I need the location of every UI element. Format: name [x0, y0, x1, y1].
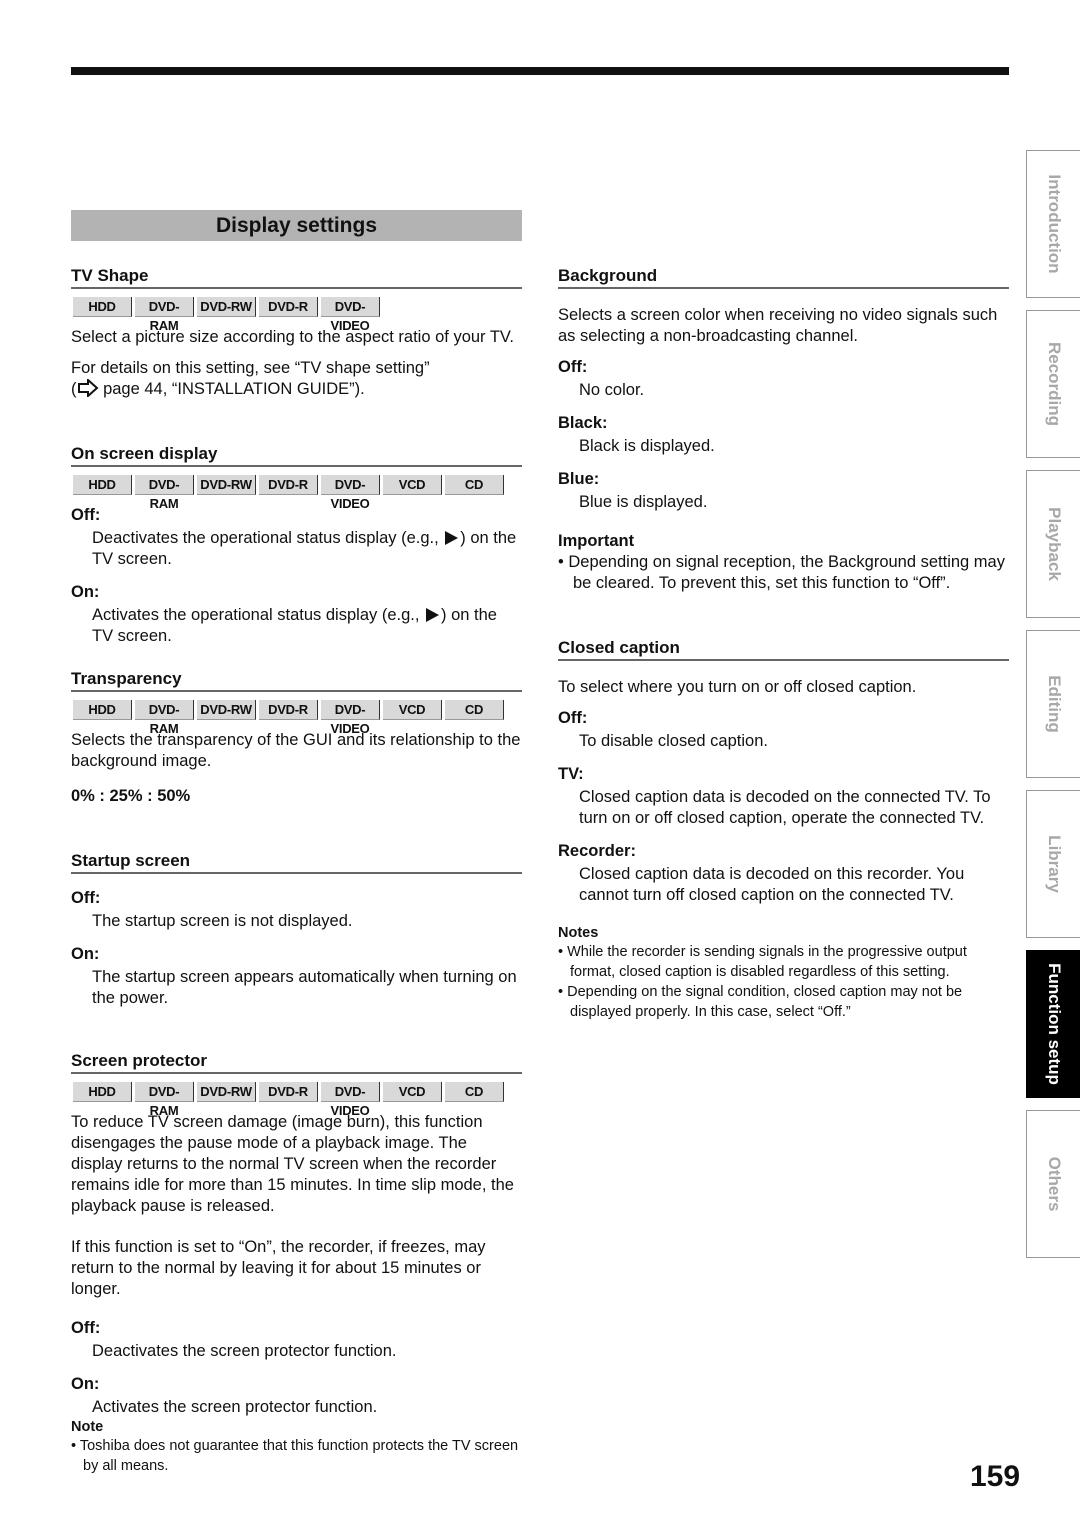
badge-dvd-rw: DVD-RW: [197, 1082, 256, 1102]
badge-hdd: HDD: [73, 1082, 132, 1102]
background-off-label: Off:: [558, 358, 588, 376]
protector-on-label: On:: [71, 1375, 100, 1393]
cc-off-label: Off:: [558, 709, 588, 727]
background-black-text: Black is displayed.: [579, 437, 715, 455]
badge-dvd-ram: DVD-RAM: [135, 297, 194, 333]
badge-dvd-video: DVD-VIDEO: [321, 1082, 380, 1118]
badge-cd: CD: [445, 700, 504, 720]
badge-dvd-video: DVD-VIDEO: [321, 475, 380, 511]
startup-off-text: The startup screen is not displayed.: [92, 912, 353, 930]
cc-recorder-label: Recorder:: [558, 842, 636, 860]
tab-editing[interactable]: Editing: [1026, 630, 1080, 778]
protector-off-label: Off:: [71, 1319, 101, 1337]
page-title: Display settings: [71, 210, 522, 241]
right-column: Background Selects a screen color when r…: [558, 266, 1009, 1022]
background-blue-label: Blue:: [558, 470, 600, 488]
tv-shape-heading: TV Shape: [71, 266, 522, 289]
osd-heading: On screen display: [71, 444, 522, 467]
cc-tv-label: TV:: [558, 765, 584, 783]
tab-others[interactable]: Others: [1026, 1110, 1080, 1258]
background-black-label: Black:: [558, 414, 608, 432]
page-reference-arrow-icon: [77, 379, 99, 397]
transparency-heading: Transparency: [71, 669, 522, 692]
protector-desc: To reduce TV screen damage (image burn),…: [71, 1113, 514, 1215]
page-number: 159: [970, 1460, 1021, 1493]
tab-function-setup[interactable]: Function setup: [1026, 950, 1080, 1098]
media-badges: HDD DVD-RAM DVD-RW DVD-R DVD-VIDEO VCD C…: [73, 475, 522, 511]
media-badges: HDD DVD-RAM DVD-RW DVD-R DVD-VIDEO VCD C…: [73, 700, 522, 736]
page-reference-link[interactable]: page 44, “INSTALLATION GUIDE”).: [99, 380, 365, 398]
closed-caption-heading: Closed caption: [558, 638, 1009, 661]
background-heading: Background: [558, 266, 1009, 289]
transparency-desc: Selects the transparency of the GUI and …: [71, 731, 521, 770]
osd-on-text: Activates the operational status display…: [92, 606, 497, 645]
badge-dvd-r: DVD-R: [259, 475, 318, 495]
badge-dvd-ram: DVD-RAM: [135, 700, 194, 736]
badge-cd: CD: [445, 1082, 504, 1102]
startup-on-label: On:: [71, 945, 100, 963]
badge-dvd-video: DVD-VIDEO: [321, 297, 380, 333]
badge-cd: CD: [445, 475, 504, 495]
cc-off-text: To disable closed caption.: [579, 732, 768, 750]
protector-freeze-note: If this function is set to “On”, the rec…: [71, 1238, 486, 1298]
badge-dvd-ram: DVD-RAM: [135, 475, 194, 511]
cc-tv-text: Closed caption data is decoded on the co…: [579, 788, 991, 827]
tv-shape-desc: Select a picture size according to the a…: [71, 328, 514, 346]
important-heading: Important: [558, 532, 635, 550]
osd-on-label: On:: [71, 583, 100, 601]
background-off-text: No color.: [579, 381, 645, 399]
badge-hdd: HDD: [73, 700, 132, 720]
cc-notes-heading: Notes: [558, 925, 599, 941]
tab-playback[interactable]: Playback: [1026, 470, 1080, 618]
badge-hdd: HDD: [73, 297, 132, 317]
badge-vcd: VCD: [383, 1082, 442, 1102]
badge-dvd-video: DVD-VIDEO: [321, 700, 380, 736]
tab-library[interactable]: Library: [1026, 790, 1080, 938]
badge-hdd: HDD: [73, 475, 132, 495]
media-badges: HDD DVD-RAM DVD-RW DVD-R DVD-VIDEO VCD C…: [73, 1082, 522, 1118]
protector-note: • Toshiba does not guarantee that this f…: [71, 1438, 519, 1474]
cc-recorder-text: Closed caption data is decoded on this r…: [579, 865, 965, 904]
badge-dvd-r: DVD-R: [259, 700, 318, 720]
background-desc: Selects a screen color when receiving no…: [558, 306, 998, 345]
protector-note-heading: Note: [71, 1419, 104, 1435]
left-column: TV Shape HDD DVD-RAM DVD-RW DVD-R DVD-VI…: [71, 266, 522, 1476]
badge-dvd-r: DVD-R: [259, 297, 318, 317]
cc-note: • While the recorder is sending signals …: [558, 944, 967, 980]
protector-off-text: Deactivates the screen protector functio…: [92, 1342, 397, 1360]
osd-off-label: Off:: [71, 506, 101, 524]
badge-dvd-rw: DVD-RW: [197, 297, 256, 317]
badge-dvd-rw: DVD-RW: [197, 475, 256, 495]
tab-introduction[interactable]: Introduction: [1026, 150, 1080, 298]
important-note: • Depending on signal reception, the Bac…: [558, 553, 1005, 592]
badge-vcd: VCD: [383, 700, 442, 720]
badge-dvd-ram: DVD-RAM: [135, 1082, 194, 1118]
media-badges: HDD DVD-RAM DVD-RW DVD-R DVD-VIDEO: [73, 297, 522, 333]
protector-on-text: Activates the screen protector function.: [92, 1398, 378, 1416]
badge-dvd-rw: DVD-RW: [197, 700, 256, 720]
transparency-options: 0% : 25% : 50%: [71, 787, 191, 805]
header-rule: [71, 67, 1009, 75]
startup-heading: Startup screen: [71, 851, 522, 874]
closed-caption-desc: To select where you turn on or off close…: [558, 678, 917, 696]
startup-off-label: Off:: [71, 889, 101, 907]
background-blue-text: Blue is displayed.: [579, 493, 708, 511]
startup-on-text: The startup screen appears automatically…: [92, 968, 517, 1007]
tab-recording[interactable]: Recording: [1026, 310, 1080, 458]
badge-dvd-r: DVD-R: [259, 1082, 318, 1102]
protector-heading: Screen protector: [71, 1051, 522, 1074]
cc-note: • Depending on the signal condition, clo…: [558, 984, 963, 1020]
badge-vcd: VCD: [383, 475, 442, 495]
tv-shape-ref: For details on this setting, see “TV sha…: [71, 359, 430, 398]
play-icon: [426, 608, 440, 622]
osd-off-text: Deactivates the operational status displ…: [92, 529, 517, 568]
play-icon: [445, 531, 459, 545]
